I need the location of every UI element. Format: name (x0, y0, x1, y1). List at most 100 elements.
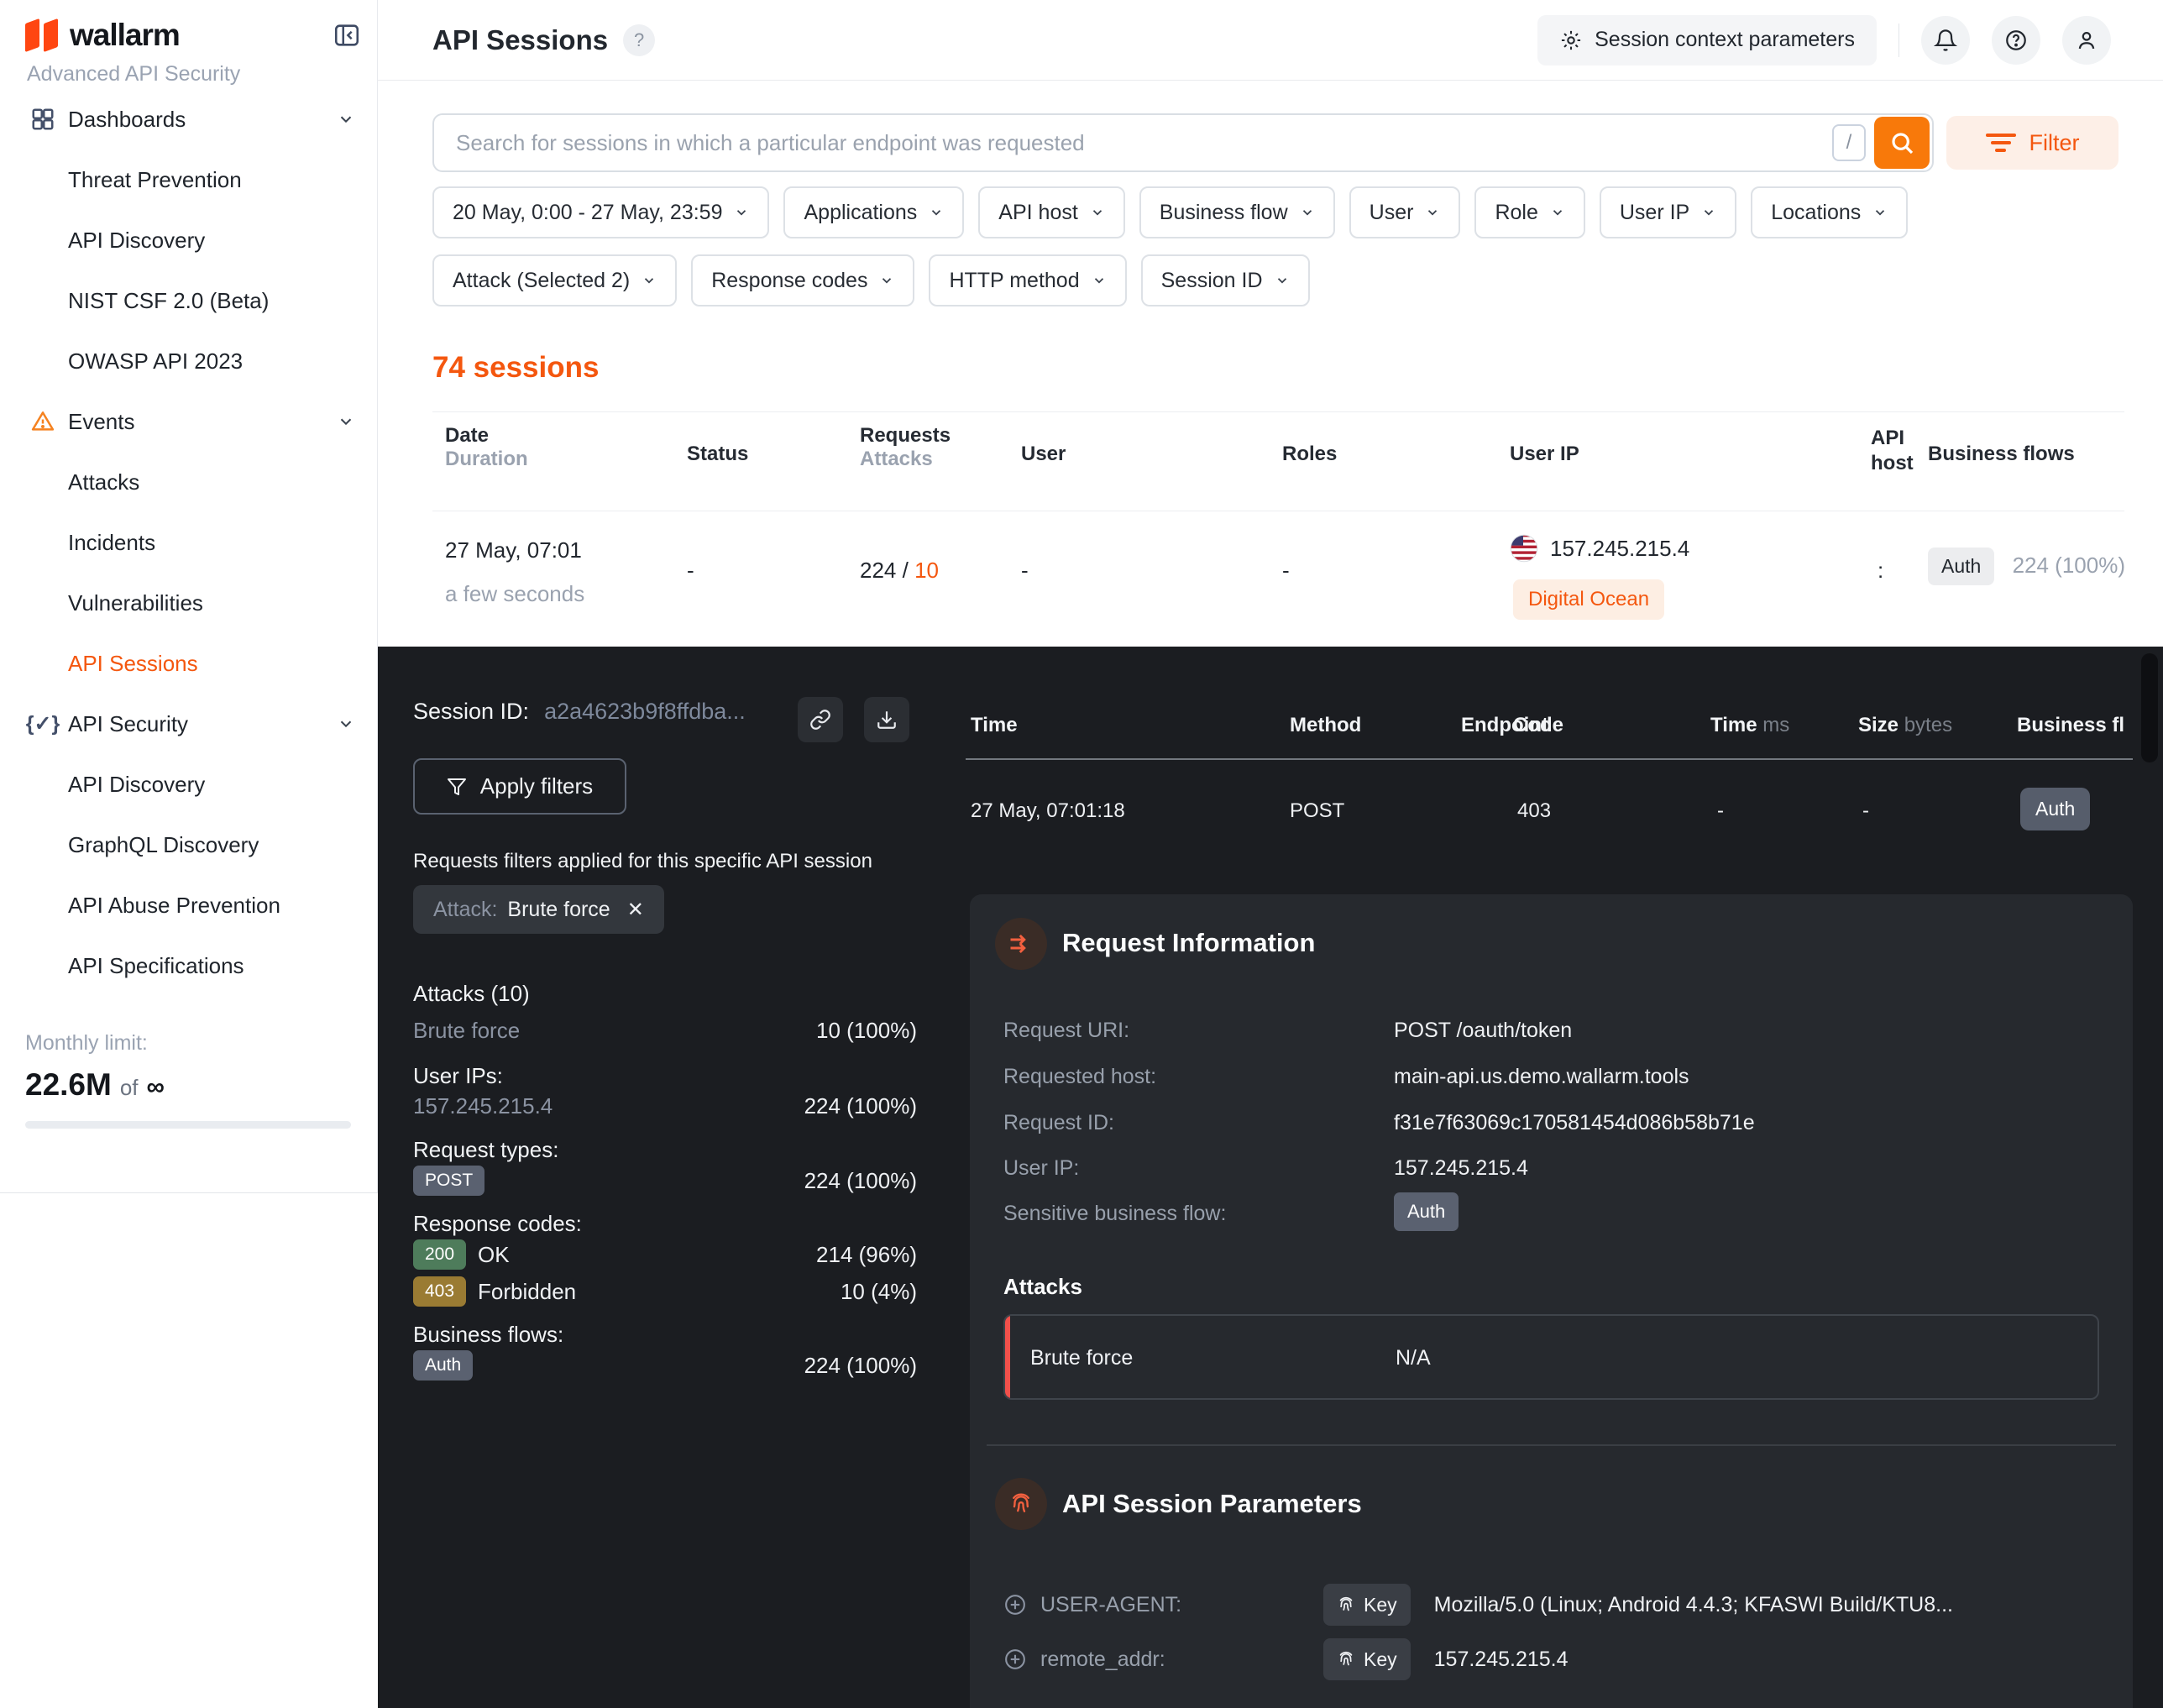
cell-size: - (1862, 799, 1869, 823)
cell-business-flows: Auth 224 (100%) (1928, 548, 2125, 585)
col-header-user: User (1021, 443, 1066, 466)
sidebar-item-api-sessions[interactable]: API Sessions (0, 633, 376, 694)
user-ip-filter[interactable]: User IP (1600, 186, 1736, 238)
method-badge: POST (413, 1166, 484, 1196)
stat-value: 224 (100%) (804, 1353, 917, 1379)
sidebar-item-label: GraphQL Discovery (68, 832, 259, 858)
scrollbar-thumb[interactable] (2141, 653, 2158, 762)
copy-link-button[interactable] (798, 697, 843, 742)
plus-circle-icon[interactable] (1003, 1648, 1027, 1671)
sidebar-item-attacks[interactable]: Attacks (0, 452, 376, 512)
cell-roles: - (1282, 558, 1290, 584)
status-code-name: Forbidden (478, 1279, 576, 1305)
plus-circle-icon[interactable] (1003, 1593, 1027, 1616)
key-badge: Key (1323, 1638, 1411, 1680)
sidebar-item-nist-csf[interactable]: NIST CSF 2.0 (Beta) (0, 270, 376, 331)
cell-status: - (687, 558, 694, 584)
filter-button[interactable]: Filter (1946, 116, 2118, 170)
col-header-business-flows: Business flows (1928, 443, 2075, 466)
monthly-limit-value: 22.6M (25, 1067, 112, 1103)
sidebar-item-dashboards[interactable]: Dashboards (0, 89, 376, 149)
sidebar-item-label: API Specifications (68, 953, 244, 979)
filters-caption: Requests filters applied for this specif… (413, 850, 872, 873)
col-header-api-host: APIhost (1871, 426, 1914, 476)
sidebar-item-threat-prevention[interactable]: Threat Prevention (0, 149, 376, 210)
sidebar-item-api-abuse-prevention[interactable]: API Abuse Prevention (0, 875, 376, 935)
response-codes-heading: Response codes: (413, 1211, 582, 1237)
link-icon (809, 709, 831, 731)
cell-time: 27 May, 07:01:18 (971, 799, 1125, 823)
key-badge: Key (1323, 1584, 1411, 1626)
role-filter[interactable]: Role (1474, 186, 1584, 238)
page-header: API Sessions ? Session context parameter… (378, 0, 2163, 81)
http-method-filter[interactable]: HTTP method (929, 254, 1126, 306)
collapse-sidebar-icon[interactable] (333, 21, 361, 50)
stat-name[interactable]: Brute force (413, 1018, 520, 1044)
user-account-icon[interactable] (2062, 16, 2111, 65)
page-title: API Sessions (432, 24, 608, 56)
search-icon (1888, 129, 1915, 156)
stat-name[interactable]: 157.245.215.4 (413, 1093, 553, 1119)
filter-button-label: Filter (2029, 130, 2080, 156)
search-button[interactable] (1874, 117, 1930, 169)
chevron-down-icon (337, 110, 355, 128)
apply-filters-label: Apply filters (480, 773, 593, 799)
sidebar-item-graphql-discovery[interactable]: GraphQL Discovery (0, 815, 376, 875)
cell-time-ms: - (1717, 799, 1724, 823)
sidebar-item-label: NIST CSF 2.0 (Beta) (68, 288, 269, 314)
user-filter[interactable]: User (1349, 186, 1461, 238)
gear-icon (1559, 29, 1583, 52)
monthly-limit: Monthly limit: 22.6M of ∞ (25, 1031, 353, 1129)
sidebar-item-api-specifications[interactable]: API Specifications (0, 935, 376, 996)
col-header-status: Status (687, 443, 748, 466)
col-header-time: Time (971, 714, 1018, 737)
business-flow-filter[interactable]: Business flow (1139, 186, 1335, 238)
session-context-parameters-button[interactable]: Session context parameters (1537, 15, 1877, 65)
api-host-filter[interactable]: API host (978, 186, 1125, 238)
stat-value: 224 (100%) (804, 1168, 917, 1194)
session-id-filter[interactable]: Session ID (1141, 254, 1310, 306)
sidebar-item-vulnerabilities[interactable]: Vulnerabilities (0, 573, 376, 633)
notifications-bell-icon[interactable] (1921, 16, 1970, 65)
date-range-filter[interactable]: 20 May, 0:00 - 27 May, 23:59 (432, 186, 769, 238)
sidebar-nav: Dashboards Threat Prevention API Discove… (0, 89, 376, 996)
attack-filter[interactable]: Attack (Selected 2) (432, 254, 677, 306)
download-button[interactable] (864, 697, 909, 742)
attack-detail-row[interactable]: Brute force N/A (1003, 1314, 2099, 1400)
sidebar-item-owasp-api[interactable]: OWASP API 2023 (0, 331, 376, 391)
page-help-icon[interactable]: ? (623, 24, 655, 56)
filter-icon (1986, 134, 2016, 152)
sidebar-subtitle: Advanced API Security (27, 62, 240, 86)
sidebar-item-api-discovery[interactable]: API Discovery (0, 754, 376, 815)
stat-value: 214 (96%) (816, 1242, 917, 1268)
help-icon[interactable] (1992, 16, 2040, 65)
sidebar-item-api-discovery-dash[interactable]: API Discovery (0, 210, 376, 270)
close-icon[interactable]: ✕ (627, 898, 644, 922)
sidebar-item-incidents[interactable]: Incidents (0, 512, 376, 573)
chevron-down-icon (337, 412, 355, 431)
fingerprint-icon (995, 1478, 1047, 1530)
filter-chips-row-2: Attack (Selected 2) Response codes HTTP … (432, 254, 1310, 306)
response-codes-filter[interactable]: Response codes (691, 254, 914, 306)
user-ips-heading: User IPs: (413, 1063, 503, 1089)
col-header-date[interactable]: DateDuration (445, 424, 528, 471)
col-header-requests: RequestsAttacks (860, 424, 951, 471)
col-header-business-flow: Business fl (2017, 714, 2124, 737)
sidebar-item-events[interactable]: Events (0, 391, 376, 452)
applications-filter[interactable]: Applications (783, 186, 964, 238)
field-value: main-api.us.demo.wallarm.tools (1394, 1065, 1689, 1089)
auth-badge: Auth (1928, 548, 1994, 585)
auth-badge: Auth (413, 1350, 473, 1381)
sidebar-item-api-security[interactable]: {✓} API Security (0, 694, 376, 754)
request-arrows-icon (995, 918, 1047, 970)
chevron-down-icon (734, 205, 749, 220)
search-input[interactable] (434, 130, 1832, 156)
chevron-down-icon (1300, 205, 1315, 220)
sidebar-item-label: API Security (68, 711, 188, 737)
chevron-down-icon (1701, 205, 1716, 220)
locations-filter[interactable]: Locations (1751, 186, 1908, 238)
attack-filter-chip[interactable]: Attack: Brute force ✕ (413, 885, 664, 934)
status-code-name: OK (478, 1242, 510, 1268)
attack-chip-label: Attack: (433, 898, 497, 922)
apply-filters-button[interactable]: Apply filters (413, 758, 626, 815)
